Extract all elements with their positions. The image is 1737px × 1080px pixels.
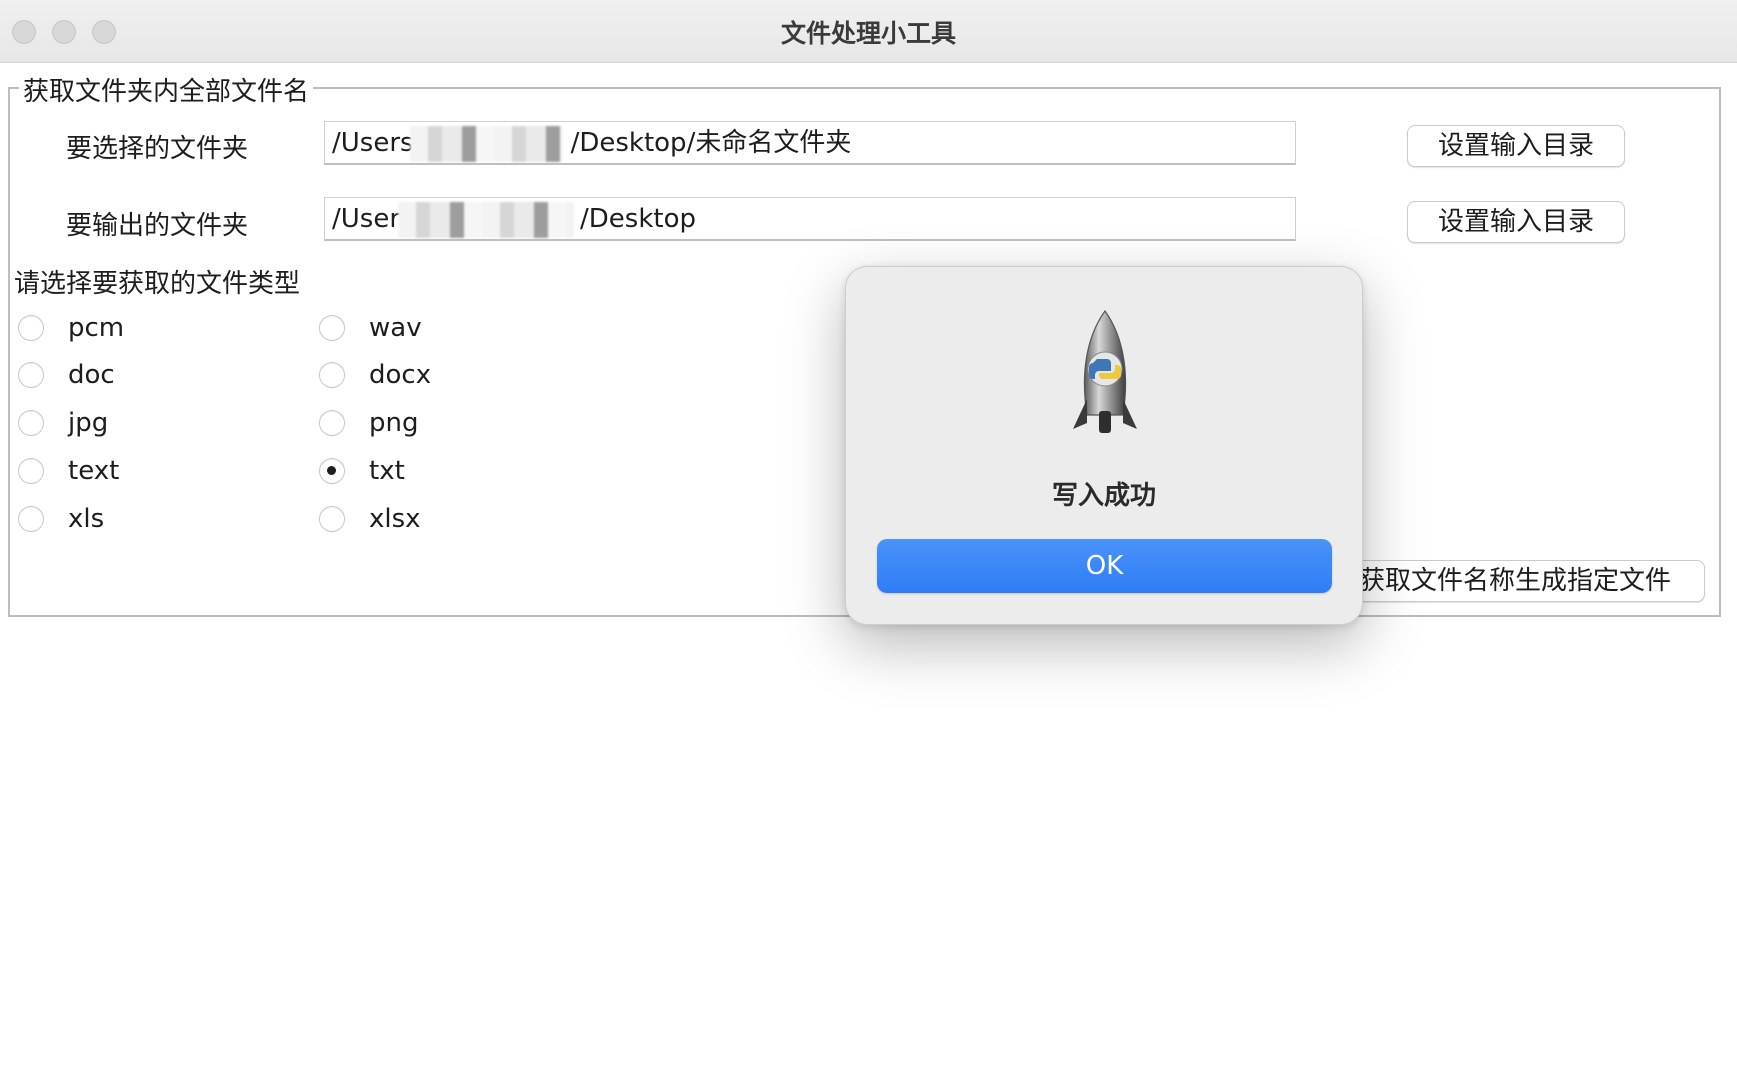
radio-button-circle xyxy=(319,410,345,436)
radio-wav[interactable]: wav xyxy=(319,311,422,345)
radio-label: docx xyxy=(369,360,432,390)
radio-xls[interactable]: xls xyxy=(18,502,104,536)
output-folder-path-suffix: /Desktop xyxy=(580,204,697,234)
radio-button-circle xyxy=(18,458,44,484)
input-folder-field[interactable]: /Users/Desktop/未命名文件夹 xyxy=(324,121,1296,165)
alert-message: 写入成功 xyxy=(1051,481,1156,511)
radio-png[interactable]: png xyxy=(319,406,419,440)
output-folder-label: 要输出的文件夹 xyxy=(66,211,249,241)
python-launcher-rocket-icon xyxy=(1073,309,1137,433)
radio-txt[interactable]: txt xyxy=(319,454,405,488)
radio-label: txt xyxy=(369,456,405,486)
output-folder-path-prefix: /User xyxy=(332,204,401,234)
group-legend: 获取文件夹内全部文件名 xyxy=(19,71,314,108)
radio-button-circle xyxy=(319,506,345,532)
radio-button-circle xyxy=(18,506,44,532)
radio-label: text xyxy=(68,456,120,486)
set-input-directory-button[interactable]: 设置输入目录 xyxy=(1407,125,1625,167)
radio-button-circle xyxy=(18,362,44,388)
radio-label: png xyxy=(369,408,419,438)
radio-button-circle xyxy=(18,410,44,436)
ok-button[interactable]: OK xyxy=(877,539,1332,593)
radio-button-circle xyxy=(18,315,44,341)
radio-label: wav xyxy=(369,313,422,343)
title-bar: 文件处理小工具 xyxy=(0,0,1737,63)
generate-file-button[interactable]: 获取文件名称生成指定文件 xyxy=(1325,560,1705,602)
output-folder-field[interactable]: /User/Desktop xyxy=(324,197,1296,241)
file-type-label: 请选择要获取的文件类型 xyxy=(14,269,301,299)
radio-jpg[interactable]: jpg xyxy=(18,406,108,440)
radio-button-circle xyxy=(319,315,345,341)
radio-text[interactable]: text xyxy=(18,454,119,488)
radio-label: pcm xyxy=(68,313,125,343)
alert-dialog: 写入成功 OK xyxy=(845,266,1363,625)
radio-button-circle xyxy=(319,362,345,388)
radio-button-circle-selected xyxy=(319,458,345,484)
input-folder-path-suffix: /Desktop/未命名文件夹 xyxy=(570,128,852,158)
set-output-directory-button[interactable]: 设置输入目录 xyxy=(1407,201,1625,243)
redacted-username xyxy=(398,202,574,238)
input-folder-path-prefix: /Users xyxy=(332,128,414,158)
radio-docx[interactable]: docx xyxy=(319,358,431,392)
radio-xlsx[interactable]: xlsx xyxy=(319,502,421,536)
radio-label: jpg xyxy=(68,408,109,438)
redacted-username xyxy=(410,126,563,162)
radio-doc[interactable]: doc xyxy=(18,358,115,392)
radio-label: xlsx xyxy=(369,504,421,534)
radio-label: xls xyxy=(68,504,105,534)
radio-pcm[interactable]: pcm xyxy=(18,311,124,345)
window-title: 文件处理小工具 xyxy=(780,19,956,48)
input-folder-label: 要选择的文件夹 xyxy=(66,134,249,164)
app-window: 文件处理小工具 获取文件夹内全部文件名 要选择的文件夹 /Users/Deskt… xyxy=(0,0,1737,1080)
radio-label: doc xyxy=(68,360,115,390)
